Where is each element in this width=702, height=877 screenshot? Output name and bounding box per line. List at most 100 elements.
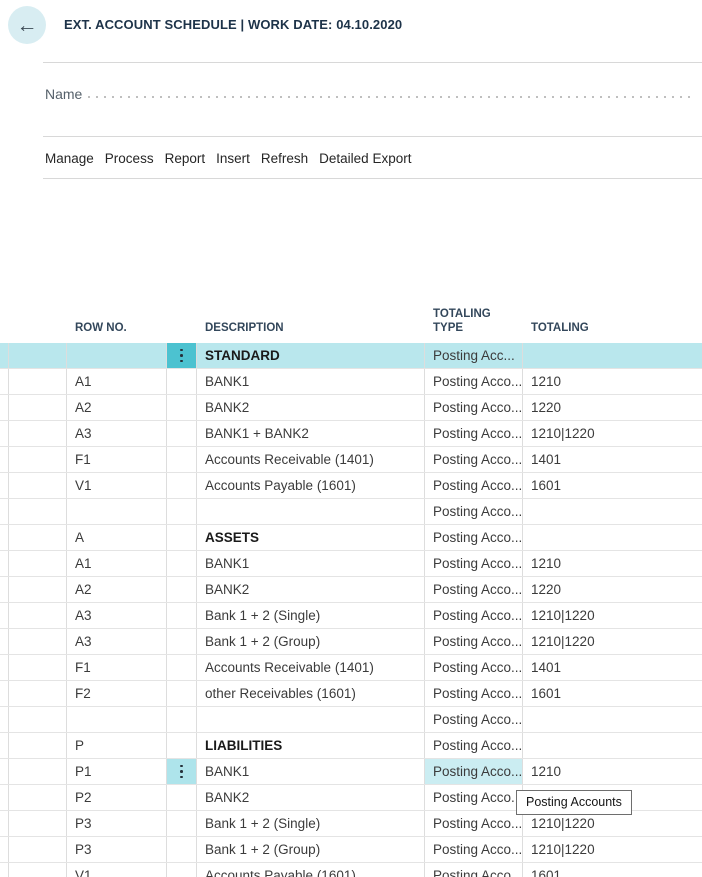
cell-description[interactable]: Accounts Receivable (1401) — [197, 447, 425, 472]
cell-row-no[interactable]: F1 — [67, 655, 167, 680]
cell-totaling-type[interactable]: Posting Acco... — [425, 499, 523, 524]
cell-totaling-type[interactable]: Posting Acco... — [425, 811, 523, 836]
cell-row-no[interactable] — [67, 707, 167, 732]
table-row[interactable]: P LIABILITIES Posting Acco... — [0, 733, 702, 759]
cell-row-no[interactable]: A — [67, 525, 167, 550]
cell-totaling[interactable]: 1210|1220 — [523, 837, 702, 862]
cell-totaling[interactable]: 1210 — [523, 759, 702, 784]
cell-row-no[interactable]: A1 — [67, 369, 167, 394]
table-row[interactable]: A1 BANK1 Posting Acco... 1210 — [0, 551, 702, 577]
column-header-totaling[interactable]: TOTALING — [523, 321, 702, 342]
cell-totaling-type[interactable]: Posting Acco... — [425, 551, 523, 576]
row-ellipsis-icon[interactable] — [167, 759, 196, 784]
cell-row-no[interactable]: P1 — [67, 759, 167, 784]
cell-description[interactable]: other Receivables (1601) — [197, 681, 425, 706]
cell-totaling[interactable]: 1220 — [523, 577, 702, 602]
cell-totaling-type[interactable]: Posting Acco... — [425, 447, 523, 472]
cell-row-no[interactable] — [67, 499, 167, 524]
cell-totaling[interactable]: 1210|1220 — [523, 603, 702, 628]
cell-totaling[interactable]: 1220 — [523, 395, 702, 420]
name-input[interactable] — [88, 96, 690, 98]
cell-totaling[interactable]: 1601 — [523, 681, 702, 706]
cell-row-no[interactable]: P — [67, 733, 167, 758]
cell-totaling-type[interactable]: Posting Acco... — [425, 707, 523, 732]
cell-description[interactable]: Accounts Receivable (1401) — [197, 655, 425, 680]
menu-item-manage[interactable]: Manage — [45, 151, 94, 166]
cell-totaling-type[interactable]: Posting Acco... — [425, 369, 523, 394]
cell-description[interactable]: Bank 1 + 2 (Single) — [197, 811, 425, 836]
cell-description[interactable]: BANK1 — [197, 759, 425, 784]
cell-row-no[interactable]: A3 — [67, 421, 167, 446]
cell-totaling-type[interactable]: Posting Acco... — [425, 473, 523, 498]
menu-item-process[interactable]: Process — [105, 151, 154, 166]
cell-totaling-type[interactable]: Posting Acco... — [425, 785, 523, 810]
cell-row-no[interactable]: A1 — [67, 551, 167, 576]
table-row[interactable]: Posting Acco... — [0, 707, 702, 733]
cell-row-no[interactable]: P3 — [67, 837, 167, 862]
cell-description[interactable]: Bank 1 + 2 (Group) — [197, 629, 425, 654]
table-row[interactable]: P3 Bank 1 + 2 (Group) Posting Acco... 1210|… — [0, 837, 702, 863]
table-row[interactable]: A3 Bank 1 + 2 (Single) Posting Acco... 1210… — [0, 603, 702, 629]
cell-description[interactable]: BANK1 + BANK2 — [197, 421, 425, 446]
cell-totaling-type[interactable]: Posting Acc... — [425, 343, 523, 368]
table-row[interactable]: F2 other Receivables (1601) Posting Acco..… — [0, 681, 702, 707]
cell-totaling-type[interactable]: Posting Acco... — [425, 577, 523, 602]
cell-description[interactable]: LIABILITIES — [197, 733, 425, 758]
menu-item-refresh[interactable]: Refresh — [261, 151, 308, 166]
cell-totaling[interactable]: 1601 — [523, 863, 702, 877]
table-row[interactable]: F1 Accounts Receivable (1401) Posting Acco… — [0, 655, 702, 681]
cell-totaling-type[interactable]: Posting Acco... — [425, 837, 523, 862]
table-row[interactable]: V1 Accounts Payable (1601) Posting Acco...… — [0, 473, 702, 499]
cell-totaling[interactable]: 1601 — [523, 473, 702, 498]
cell-description[interactable]: Bank 1 + 2 (Group) — [197, 837, 425, 862]
cell-totaling-type[interactable]: Posting Acco... — [425, 395, 523, 420]
cell-description[interactable]: STANDARD — [197, 343, 425, 368]
cell-totaling-type[interactable]: Posting Acco... — [425, 421, 523, 446]
cell-description[interactable]: Bank 1 + 2 (Single) — [197, 603, 425, 628]
row-ellipsis-icon[interactable] — [167, 343, 196, 368]
cell-totaling[interactable] — [523, 525, 702, 550]
cell-totaling-type[interactable]: Posting Acco... — [425, 525, 523, 550]
table-row[interactable]: A2 BANK2 Posting Acco... 1220 — [0, 577, 702, 603]
cell-row-no[interactable]: F1 — [67, 447, 167, 472]
cell-totaling[interactable] — [523, 733, 702, 758]
cell-description[interactable]: BANK2 — [197, 785, 425, 810]
menu-item-report[interactable]: Report — [165, 151, 206, 166]
cell-totaling-type[interactable]: Posting Acco... — [425, 655, 523, 680]
cell-description[interactable]: Accounts Payable (1601) — [197, 473, 425, 498]
cell-totaling-type[interactable]: Posting Acco... — [425, 629, 523, 654]
cell-row-no[interactable]: V1 — [67, 863, 167, 877]
column-header-row-no[interactable]: ROW NO. — [67, 321, 167, 342]
cell-totaling-type[interactable]: Posting Acco... — [425, 603, 523, 628]
table-row[interactable]: A ASSETS Posting Acco... — [0, 525, 702, 551]
menu-item-detailed-export[interactable]: Detailed Export — [319, 151, 411, 166]
cell-totaling[interactable] — [523, 499, 702, 524]
cell-row-no[interactable]: V1 — [67, 473, 167, 498]
cell-totaling-type[interactable]: Posting Acco... — [425, 863, 523, 877]
table-row[interactable]: Posting Acco... — [0, 499, 702, 525]
table-row[interactable]: F1 Accounts Receivable (1401) Posting Acco… — [0, 447, 702, 473]
table-row[interactable]: V1 Accounts Payable (1601) Posting Acco...… — [0, 863, 702, 877]
cell-description[interactable]: BANK1 — [197, 369, 425, 394]
cell-totaling[interactable]: 1210 — [523, 551, 702, 576]
column-header-totaling-type[interactable]: TOTALING TYPE — [425, 307, 523, 342]
cell-row-no[interactable]: A2 — [67, 395, 167, 420]
cell-totaling[interactable]: 1210|1220 — [523, 629, 702, 654]
cell-row-no[interactable]: P2 — [67, 785, 167, 810]
cell-description[interactable]: ASSETS — [197, 525, 425, 550]
cell-row-no[interactable]: P3 — [67, 811, 167, 836]
cell-totaling-type[interactable]: Posting Acco... — [425, 759, 523, 784]
table-row[interactable]: P1 BANK1 Posting Acco... 1210 — [0, 759, 702, 785]
cell-description[interactable] — [197, 499, 425, 524]
cell-row-no[interactable] — [67, 343, 167, 368]
table-row[interactable]: STANDARD Posting Acc... — [0, 343, 702, 369]
cell-totaling[interactable]: 1210|1220 — [523, 421, 702, 446]
cell-description[interactable] — [197, 707, 425, 732]
cell-row-no[interactable]: A3 — [67, 603, 167, 628]
cell-description[interactable]: Accounts Payable (1601) — [197, 863, 425, 877]
table-row[interactable]: A1 BANK1 Posting Acco... 1210 — [0, 369, 702, 395]
table-row[interactable]: A3 Bank 1 + 2 (Group) Posting Acco... 1210|… — [0, 629, 702, 655]
table-row[interactable]: A2 BANK2 Posting Acco... 1220 — [0, 395, 702, 421]
column-header-description[interactable]: DESCRIPTION — [197, 321, 425, 342]
cell-totaling-type[interactable]: Posting Acco... — [425, 681, 523, 706]
